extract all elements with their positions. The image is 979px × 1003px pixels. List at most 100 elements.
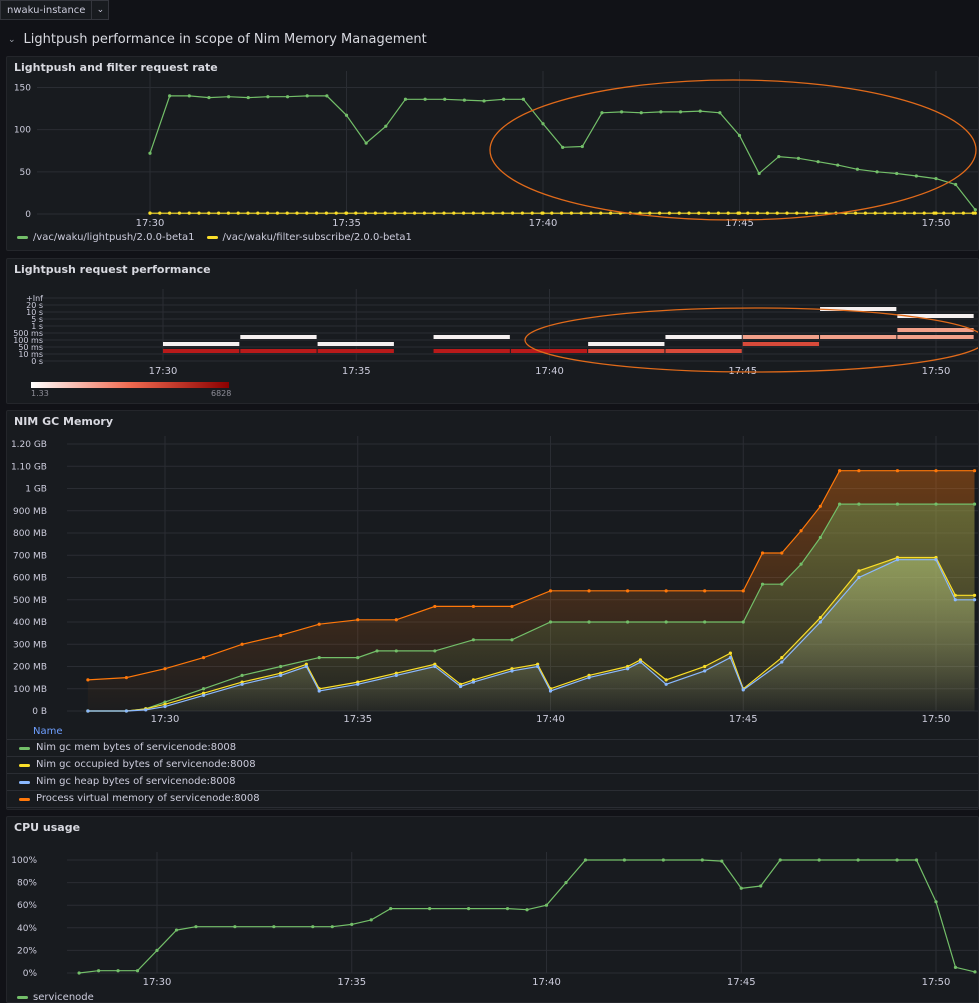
data-point [934, 502, 938, 506]
panel-gc-memory[interactable]: NIM GC Memory 0 B 100 MB 200 MB 300 MB 400 M… [6, 410, 979, 810]
panel-request-performance[interactable]: Lightpush request performance 0 s 10 ms 50… [6, 258, 979, 404]
data-point [369, 918, 373, 922]
data-point [934, 176, 938, 181]
x-tick-label: 17:50 [922, 366, 951, 377]
x-tick-label: 17:40 [532, 977, 561, 988]
data-point [240, 673, 244, 677]
data-point [311, 925, 315, 929]
data-point [240, 682, 244, 686]
data-point [433, 604, 437, 609]
chevron-down-icon[interactable]: ⌄ [8, 35, 16, 45]
data-point [838, 469, 842, 473]
data-point [626, 620, 630, 624]
data-point [664, 678, 668, 682]
heatmap-cell [820, 335, 897, 339]
data-point [659, 110, 663, 114]
data-point [795, 211, 799, 215]
data-point [777, 155, 781, 159]
x-tick-label: 17:50 [922, 218, 951, 229]
data-point [778, 858, 782, 862]
data-point [548, 620, 553, 624]
y-tick-label: 60% [17, 901, 37, 911]
chevron-down-icon[interactable]: ⌄ [92, 0, 110, 20]
legend-row[interactable]: Nim gc heap bytes of servicenode:8008 [7, 774, 978, 791]
data-point [622, 858, 627, 862]
data-point [452, 211, 456, 215]
data-point [914, 858, 919, 862]
data-point [857, 569, 861, 573]
data-point [587, 620, 591, 624]
data-point [266, 95, 270, 99]
data-point [972, 469, 977, 473]
data-point [511, 211, 515, 215]
data-point [720, 859, 724, 863]
legend-row[interactable]: Process virtual memory of servicenode:80… [7, 791, 978, 808]
x-tick-label: 17:35 [342, 366, 371, 377]
data-point [246, 95, 250, 100]
data-point [354, 211, 358, 215]
legend-item[interactable]: /vac/waku/lightpush/2.0.0-beta1 [17, 232, 195, 243]
data-point [953, 598, 957, 602]
heatmap-cell [665, 349, 742, 353]
legend-header[interactable]: Name [7, 725, 978, 740]
data-point [564, 881, 568, 885]
heatmap-cell [163, 349, 240, 353]
data-point [530, 211, 534, 215]
x-tick-label: 17:30 [143, 977, 172, 988]
data-point [942, 211, 946, 215]
data-point [737, 133, 742, 138]
data-point [393, 211, 397, 215]
data-point [502, 97, 506, 101]
data-point [383, 211, 387, 215]
data-point [760, 582, 765, 586]
row-title: Lightpush performance in scope of Nim Me… [23, 32, 427, 47]
data-point [664, 682, 668, 686]
legend-item[interactable]: /vac/waku/filter-subscribe/2.0.0-beta1 [206, 232, 412, 243]
data-point [481, 211, 485, 215]
data-point [285, 211, 289, 215]
data-point [765, 211, 770, 215]
data-point [256, 211, 260, 215]
data-point [883, 211, 887, 215]
scale-max: 6828 [211, 389, 232, 398]
annotation-ellipse [489, 79, 977, 221]
legend-row[interactable]: Nim gc occupied bytes of servicenode:800… [7, 757, 978, 774]
data-point [658, 211, 662, 215]
data-point [86, 709, 90, 713]
panel-request-rate[interactable]: Lightpush and filter request rate 0 50 100… [6, 56, 979, 251]
data-point [544, 903, 549, 907]
data-point [757, 171, 761, 176]
data-point [194, 925, 198, 929]
cpu-usage-chart: 0% 20% 40% 60% 80% 100% 17:30 17:35 17:40 17:45 17… [11, 852, 978, 988]
data-point [638, 660, 643, 664]
legend-swatch [17, 996, 28, 999]
legend-row[interactable]: Nim gc mem bytes of servicenode:8008 [7, 740, 978, 757]
data-point [678, 110, 683, 114]
instance-variable-select[interactable]: nwaku-instance [0, 0, 93, 20]
data-point [413, 211, 417, 215]
panel-cpu-usage[interactable]: CPU usage 0% 20% 40% 60% 80% 100% 17:30 17:35 17… [6, 816, 979, 1003]
data-point [462, 211, 466, 215]
legend-swatch [19, 780, 30, 784]
data-point [736, 211, 740, 215]
data-point [201, 687, 206, 691]
legend-item[interactable]: servicenode [17, 992, 94, 1002]
heatmap-cell [317, 342, 394, 346]
scale-min: 1.33 [31, 389, 49, 398]
data-point [197, 211, 201, 215]
data-point [780, 656, 784, 660]
data-point [805, 211, 809, 215]
x-tick-label: 17:30 [149, 366, 178, 377]
data-point [934, 558, 938, 562]
data-point [914, 174, 918, 178]
data-point [317, 622, 321, 626]
data-point [739, 886, 743, 890]
data-point [187, 94, 191, 98]
data-point [971, 211, 975, 215]
data-point [698, 109, 702, 113]
data-point [168, 211, 172, 215]
row-header[interactable]: ⌄ Lightpush performance in scope of Nim … [8, 32, 427, 47]
data-point [707, 211, 711, 215]
data-point [818, 620, 822, 624]
data-point [315, 211, 319, 215]
